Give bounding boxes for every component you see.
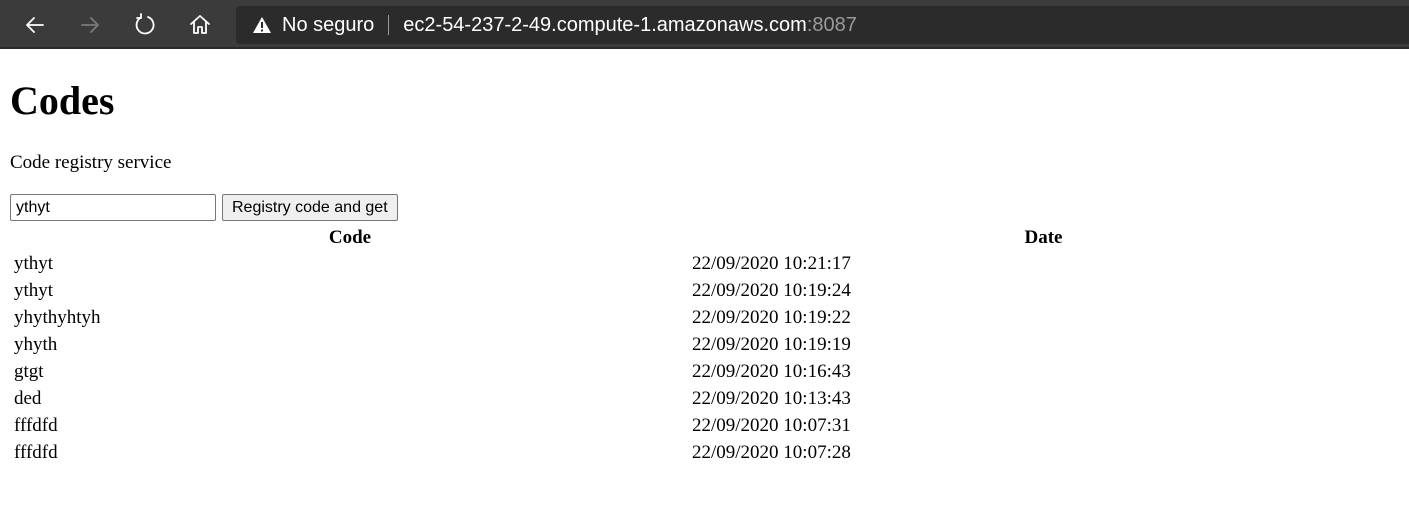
table-row: ded 22/09/2020 10:13:43 [12,386,1397,411]
code-cell: yhyth [14,333,58,355]
page-title: Codes [10,78,115,123]
refresh-icon [135,13,155,35]
url-port: :8087 [806,13,857,36]
security-label[interactable]: No seguro [282,14,374,37]
back-button[interactable] [19,9,51,41]
forward-button[interactable] [74,9,106,41]
date-cell: 22/09/2020 10:07:31 [692,414,851,436]
back-arrow-icon [26,17,44,33]
table-row: ythyt 22/09/2020 10:21:17 [12,251,1397,276]
code-cell: ded [14,387,42,409]
header-code: Code [328,226,372,248]
refresh-button[interactable] [129,9,161,41]
table-row: ythyt 22/09/2020 10:19:24 [12,278,1397,303]
registry-code-button[interactable]: Registry code and get [222,194,398,221]
code-cell: ythyt [14,252,54,274]
date-cell: 22/09/2020 10:07:28 [692,441,851,463]
date-cell: 22/09/2020 10:16:43 [692,360,851,382]
code-cell: ythyt [14,279,54,301]
codes-table: Code Date ythyt 22/09/2020 10:21:17 ythy… [10,224,1399,467]
url-host: ec2-54-237-2-49.compute-1.amazonaws.com [403,13,807,36]
table-row: yhythyhtyh 22/09/2020 10:19:22 [12,305,1397,330]
page-subtitle: Code registry service [10,152,172,173]
date-cell: 22/09/2020 10:19:24 [692,279,851,301]
warning-icon[interactable] [252,15,272,35]
code-cell: gtgt [14,360,44,382]
forward-arrow-icon [81,17,99,33]
date-cell: 22/09/2020 10:19:22 [692,306,851,328]
header-date: Date [1024,226,1063,248]
code-cell: fffdfd [14,414,58,436]
code-input[interactable] [10,194,216,221]
date-cell: 22/09/2020 10:21:17 [692,252,851,274]
table-row: fffdfd 22/09/2020 10:07:31 [12,413,1397,438]
table-row: yhyth 22/09/2020 10:19:19 [12,332,1397,357]
table-row: gtgt 22/09/2020 10:16:43 [12,359,1397,384]
address-separator [388,15,390,35]
code-form: Registry code and get [10,194,398,221]
home-icon [190,15,210,34]
code-cell: fffdfd [14,441,58,463]
browser-toolbar: No seguro ec2-54-237-2-49.compute-1.amaz… [0,0,1409,49]
home-button[interactable] [184,9,216,41]
address-bar[interactable]: No seguro ec2-54-237-2-49.compute-1.amaz… [236,6,1409,44]
table-row: fffdfd 22/09/2020 10:07:28 [12,440,1397,465]
date-cell: 22/09/2020 10:13:43 [692,387,851,409]
table-header-row: Code Date [12,226,1397,249]
date-cell: 22/09/2020 10:19:19 [692,333,851,355]
code-cell: yhythyhtyh [14,306,101,328]
